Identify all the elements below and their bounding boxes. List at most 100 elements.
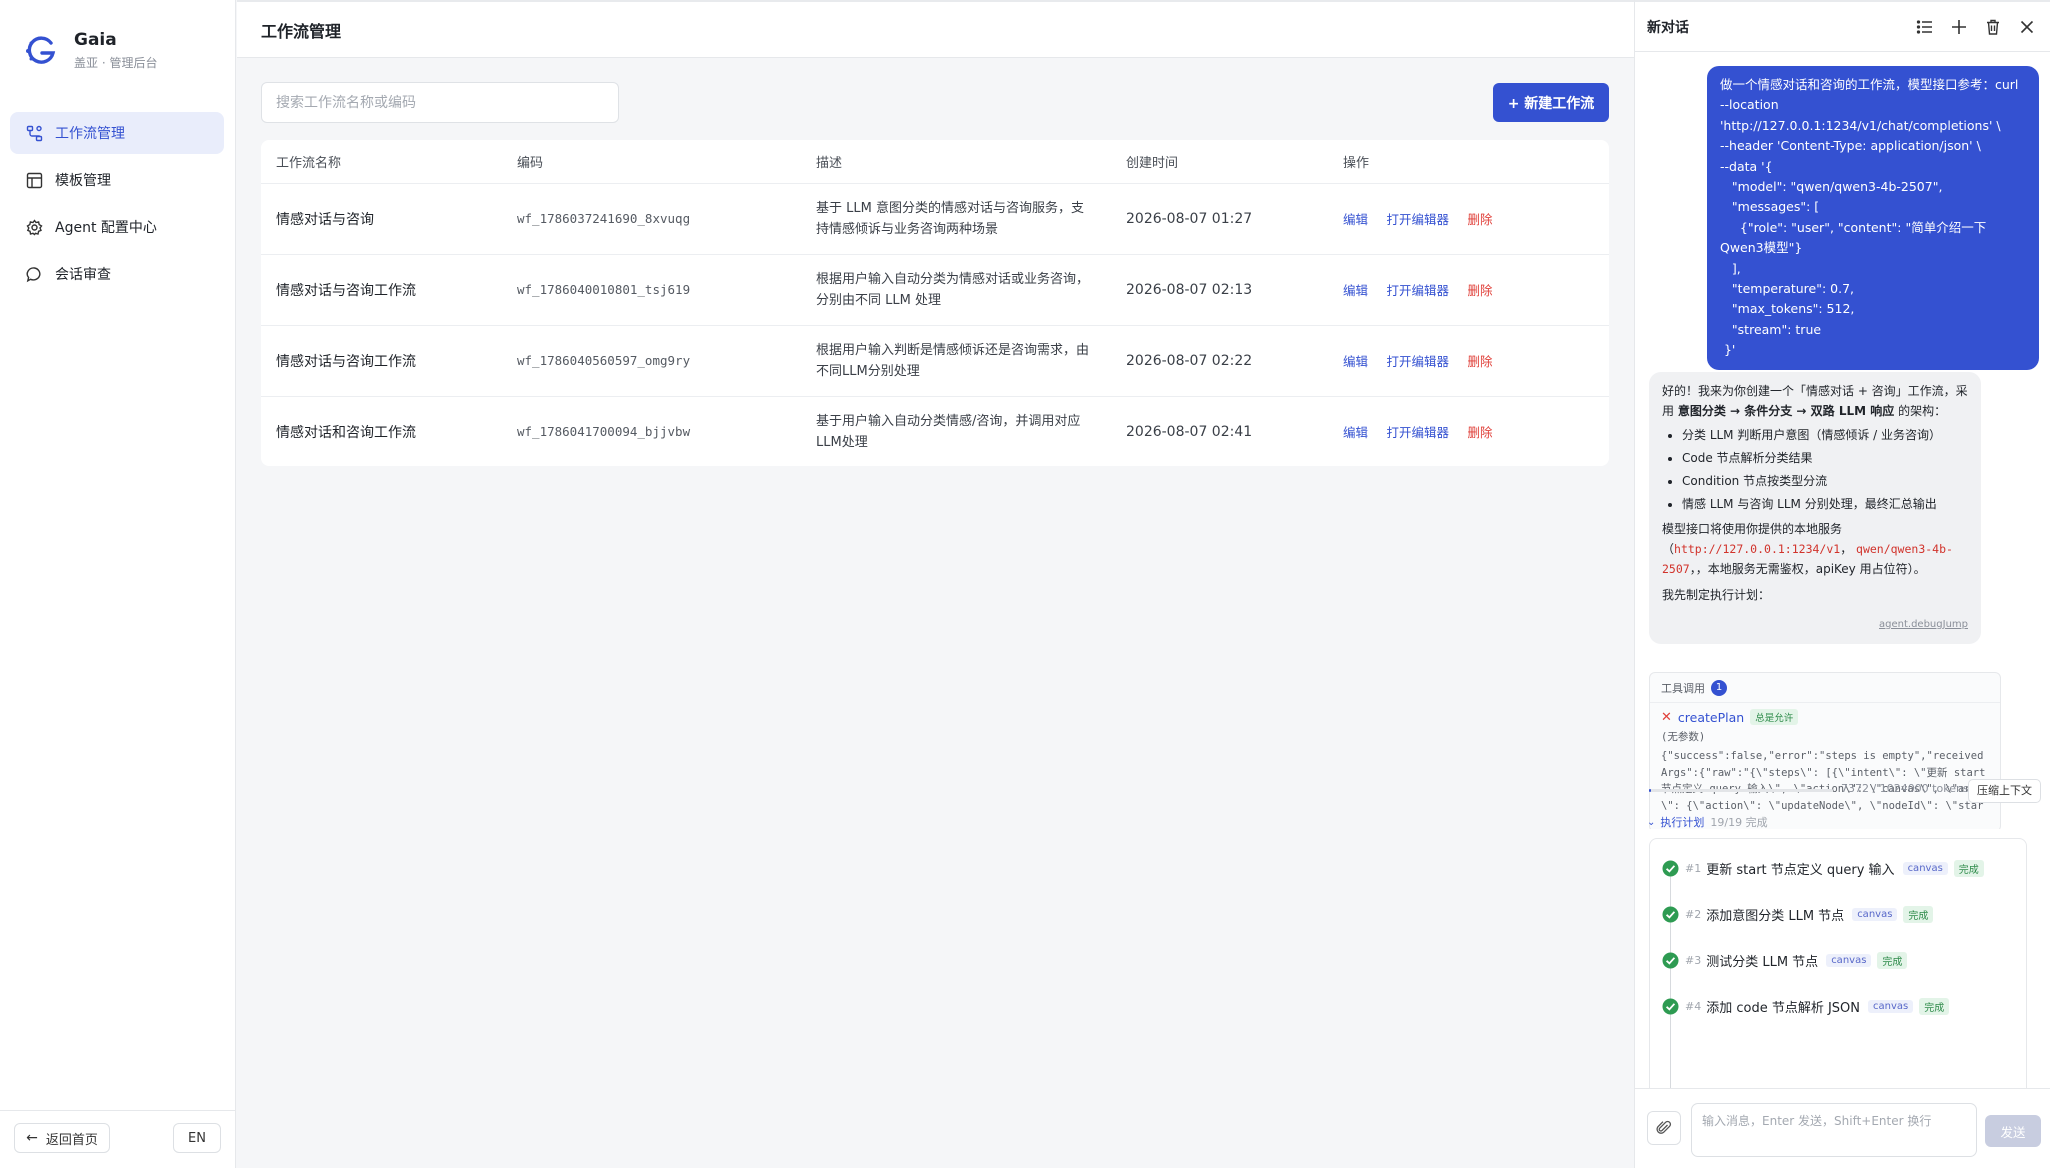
chat-bubble-icon	[26, 266, 41, 282]
sidebar-nav: 工作流管理 模板管理 Agent 配置中心 会话审查	[10, 112, 224, 300]
column-header-actions: 操作	[1328, 140, 1609, 184]
edit-link[interactable]: 编辑	[1343, 212, 1368, 227]
step-number: #3	[1685, 953, 1702, 967]
plus-icon[interactable]	[1950, 18, 1968, 36]
workflow-code: wf_1786040560597_omg9ry	[502, 325, 801, 397]
open-editor-link[interactable]: 打开编辑器	[1386, 283, 1449, 298]
search-input[interactable]	[261, 82, 619, 123]
list-item: Code 节点解析分类结果	[1682, 447, 1968, 470]
delete-link[interactable]: 删除	[1467, 283, 1492, 298]
step-status: 完成	[1903, 905, 1934, 923]
step-text: 更新 start 节点定义 query 输入	[1706, 862, 1895, 878]
delete-link[interactable]: 删除	[1467, 212, 1492, 227]
step-text: 添加意图分类 LLM 节点	[1706, 908, 1845, 924]
compress-context-button[interactable]: 压缩上下文	[1968, 779, 2041, 803]
model-line-suffix: ，本地服务无需鉴权，apiKey 用占位符）。	[1695, 562, 1926, 576]
plan-step: #1 更新 start 节点定义 query 输入 canvas 完成	[1662, 857, 1984, 879]
step-text: 添加 code 节点解析 JSON	[1706, 1000, 1861, 1016]
edit-link[interactable]: 编辑	[1343, 354, 1368, 369]
token-usage: 7372 / 1024000 tokens 压缩上下文	[1649, 776, 2041, 804]
step-number: #1	[1685, 861, 1702, 875]
tool-name: createPlan	[1677, 709, 1745, 725]
open-editor-link[interactable]: 打开编辑器	[1386, 425, 1449, 440]
delete-link[interactable]: 删除	[1467, 354, 1492, 369]
error-x-icon: ✕	[1661, 709, 1672, 725]
step-number: #4	[1685, 999, 1702, 1013]
chat-input-area: 发送	[1635, 1088, 2050, 1168]
trash-icon[interactable]	[1984, 18, 2002, 36]
table-row: 情感对话与咨询工作流 wf_1786040010801_tsj619 根据用户输…	[261, 254, 1609, 326]
edit-link[interactable]: 编辑	[1343, 283, 1368, 298]
table-row: 情感对话和咨询工作流 wf_1786041700094_bjjvbw 基于用户输…	[261, 396, 1609, 466]
step-tag: canvas	[1826, 953, 1872, 967]
arrow-left-icon: ←	[26, 1130, 38, 1146]
sidebar-item-label: Agent 配置中心	[55, 220, 157, 236]
column-header-desc: 描述	[801, 140, 1111, 184]
model-url: http://127.0.0.1:1234/v1	[1674, 542, 1841, 556]
brand-name: Gaia	[74, 30, 117, 50]
sidebar-item-templates[interactable]: 模板管理	[10, 159, 224, 201]
paperclip-icon	[1656, 1120, 1672, 1134]
back-home-button[interactable]: ← 返回首页	[14, 1123, 110, 1153]
assistant-message: 好的！我来为你创建一个「情感对话 + 咨询」工作流，采用 意图分类 → 条件分支…	[1649, 372, 1981, 644]
sidebar-item-workflows[interactable]: 工作流管理	[10, 112, 224, 154]
open-editor-link[interactable]: 打开编辑器	[1386, 212, 1449, 227]
assistant-bullets: 分类 LLM 判断用户意图（情感倾诉 / 业务咨询） Code 节点解析分类结果…	[1662, 424, 1968, 516]
workflow-created-time: 2026-08-07 02:41	[1126, 423, 1253, 440]
edit-link[interactable]: 编辑	[1343, 425, 1368, 440]
step-status: 完成	[1953, 859, 1984, 877]
plan-step: #3 测试分类 LLM 节点 canvas 完成	[1662, 949, 1908, 971]
step-tag: canvas	[1852, 907, 1898, 921]
intro-bold: 意图分类 → 条件分支 → 双路 LLM 响应	[1677, 404, 1895, 418]
workflow-code: wf_1786041700094_bjjvbw	[517, 424, 691, 440]
language-toggle-button[interactable]: EN	[173, 1123, 221, 1153]
debug-jump-link[interactable]: agent.debugJump	[1662, 615, 1968, 635]
plan-toggle[interactable]: ⌄ 执行计划 19/19 完成	[1647, 814, 1768, 830]
message-input[interactable]	[1691, 1103, 1977, 1157]
workflow-code: wf_1786040010801_tsj619	[502, 254, 801, 326]
attach-button[interactable]	[1647, 1111, 1681, 1145]
plan-step: #2 添加意图分类 LLM 节点 canvas 完成	[1662, 903, 1934, 925]
new-workflow-button[interactable]: + 新建工作流	[1493, 83, 1609, 122]
row-actions: 编辑 打开编辑器 删除	[1328, 183, 1609, 255]
open-editor-link[interactable]: 打开编辑器	[1386, 354, 1449, 369]
check-circle-icon	[1662, 998, 1679, 1014]
delete-link[interactable]: 删除	[1467, 425, 1492, 440]
close-icon[interactable]	[2018, 18, 2036, 36]
send-button[interactable]: 发送	[1985, 1115, 2041, 1147]
model-line-prefix: 模型接口将使用你提供的本地服务	[1662, 522, 1843, 536]
token-progress-bar	[1649, 789, 1833, 792]
back-home-label: 返回首页	[45, 1132, 98, 1148]
sidebar: Gaia 盖亚 · 管理后台 工作流管理 模板管理 Agent 配置中心 会话审…	[0, 0, 236, 1168]
tool-name-row: ✕ createPlan 总是允许	[1661, 709, 1989, 725]
tool-args: (无参数)	[1661, 731, 1706, 743]
workflow-table: 工作流名称 编码 描述 创建时间 操作 情感对话与咨询 wf_178603724…	[261, 140, 1609, 466]
chat-messages: 做一个情感对话和咨询的工作流，模型接口参考：curl --location 'h…	[1635, 52, 2050, 829]
sidebar-item-label: 工作流管理	[55, 126, 125, 142]
sidebar-item-session-review[interactable]: 会话审查	[10, 253, 224, 295]
workflow-description: 基于 LLM 意图分类的情感对话与咨询服务，支持情感倾诉与业务咨询两种场景	[801, 183, 1111, 255]
row-actions: 编辑 打开编辑器 删除	[1328, 325, 1609, 397]
brand[interactable]: Gaia 盖亚 · 管理后台	[24, 30, 157, 71]
column-header-time: 创建时间	[1111, 140, 1328, 184]
gear-icon	[26, 218, 43, 235]
toolbar: + 新建工作流	[261, 82, 1609, 123]
sidebar-item-agent-config[interactable]: Agent 配置中心	[10, 206, 224, 248]
list-icon[interactable]	[1916, 18, 1934, 36]
workflow-created-time: 2026-08-07 02:13	[1111, 254, 1328, 326]
tool-call-count-badge: 1	[1711, 679, 1727, 696]
sidebar-item-label: 会话审查	[55, 267, 111, 283]
workflow-description: 根据用户输入判断是情感倾诉还是咨询需求，由不同LLM分别处理	[801, 325, 1111, 397]
workflow-name: 情感对话和咨询工作流	[276, 424, 416, 441]
column-header-name: 工作流名称	[261, 140, 502, 184]
page-title: 工作流管理	[237, 0, 1634, 58]
workflow-name: 情感对话与咨询工作流	[261, 325, 502, 397]
tool-call-header[interactable]: 工具调用 1	[1650, 673, 2000, 703]
list-item: 分类 LLM 判断用户意图（情感倾诉 / 业务咨询）	[1682, 424, 1968, 447]
plan-label: 执行计划	[1660, 816, 1705, 829]
chat-panel: 新对话 做一个情感对话和咨询的工作流，模型接口参考：curl --locatio…	[1634, 0, 2050, 1168]
template-icon	[26, 172, 43, 188]
workflow-name: 情感对话与咨询工作流	[261, 254, 502, 326]
step-tag: canvas	[1902, 861, 1948, 875]
step-status: 完成	[1919, 997, 1950, 1015]
